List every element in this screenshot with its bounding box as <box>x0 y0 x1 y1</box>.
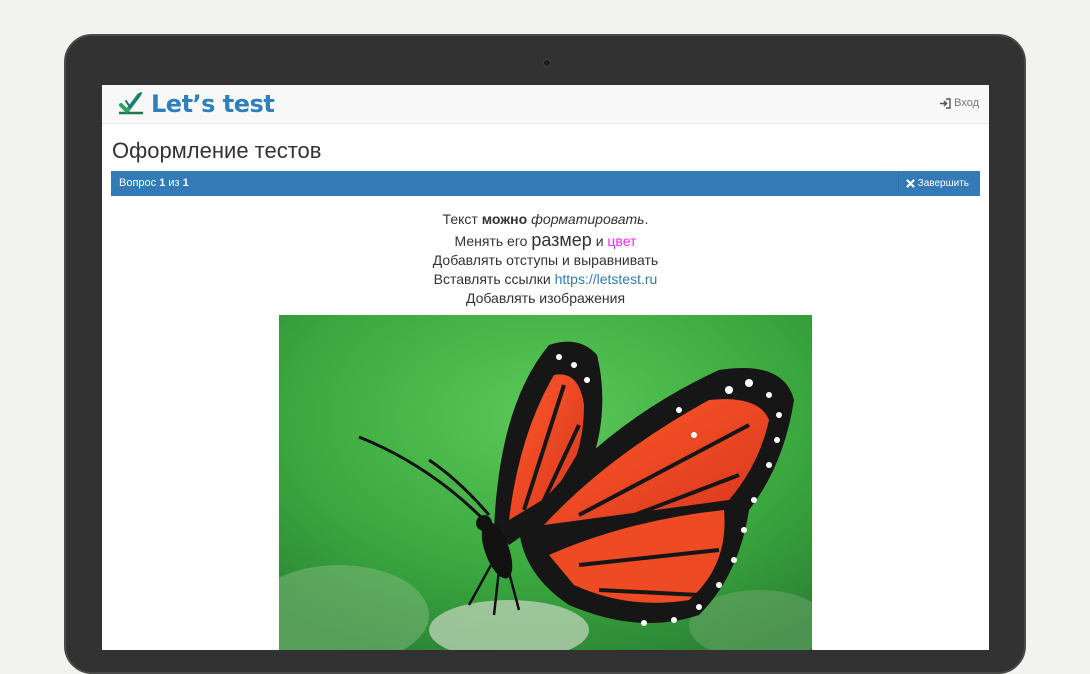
question-bar: Вопрос 1 из 1 Завершить <box>111 171 980 196</box>
brand-name: Let’s test <box>151 90 275 118</box>
question-content: Текст можно форматировать. Менять его ра… <box>102 210 989 308</box>
text-bold: можно <box>481 211 528 227</box>
webcam <box>544 60 550 66</box>
question-prefix: Вопрос <box>119 177 157 189</box>
finish-button[interactable]: Завершить <box>897 174 976 193</box>
question-current: 1 <box>159 177 166 189</box>
page-title: Оформление тестов <box>112 138 322 163</box>
question-sep: из <box>168 177 180 189</box>
question-counter: Вопрос 1 из 1 <box>119 177 189 189</box>
brand-logo[interactable]: Let’s test <box>117 90 275 118</box>
login-link[interactable]: Вход <box>939 97 979 109</box>
butterfly-photo-icon <box>279 315 812 650</box>
checkmark-logo-icon <box>119 92 143 115</box>
close-icon <box>906 179 915 188</box>
text-line-formatting: Текст можно форматировать. <box>102 210 989 229</box>
text-line-images: Добавлять изображения <box>465 290 626 306</box>
text-large: размер <box>531 230 592 250</box>
text-colored: цвет <box>607 233 637 249</box>
login-label: Вход <box>954 97 979 109</box>
screen: Let’s test Вход Оформление тестов Вопрос… <box>102 85 989 650</box>
text-plain: Текст <box>442 211 478 227</box>
finish-label: Завершить <box>917 178 969 189</box>
sign-in-icon <box>940 97 951 109</box>
butterfly-image <box>279 315 812 650</box>
text-line-size-color: Менять его размер и цвет <box>102 229 989 251</box>
question-total: 1 <box>182 177 189 189</box>
text-period: . <box>644 211 649 227</box>
text-plain: Менять его <box>454 233 528 249</box>
text-plain: Вставлять ссылки <box>433 271 551 287</box>
text-plain: и <box>595 233 604 249</box>
letstest-link[interactable]: https://letstest.ru <box>555 271 658 287</box>
text-line-indent: Добавлять отступы и выравнивать <box>432 252 659 268</box>
text-italic: форматировать <box>531 211 645 227</box>
text-line-links: Вставлять ссылки https://letstest.ru <box>102 270 989 289</box>
navbar: Let’s test Вход <box>102 85 989 124</box>
